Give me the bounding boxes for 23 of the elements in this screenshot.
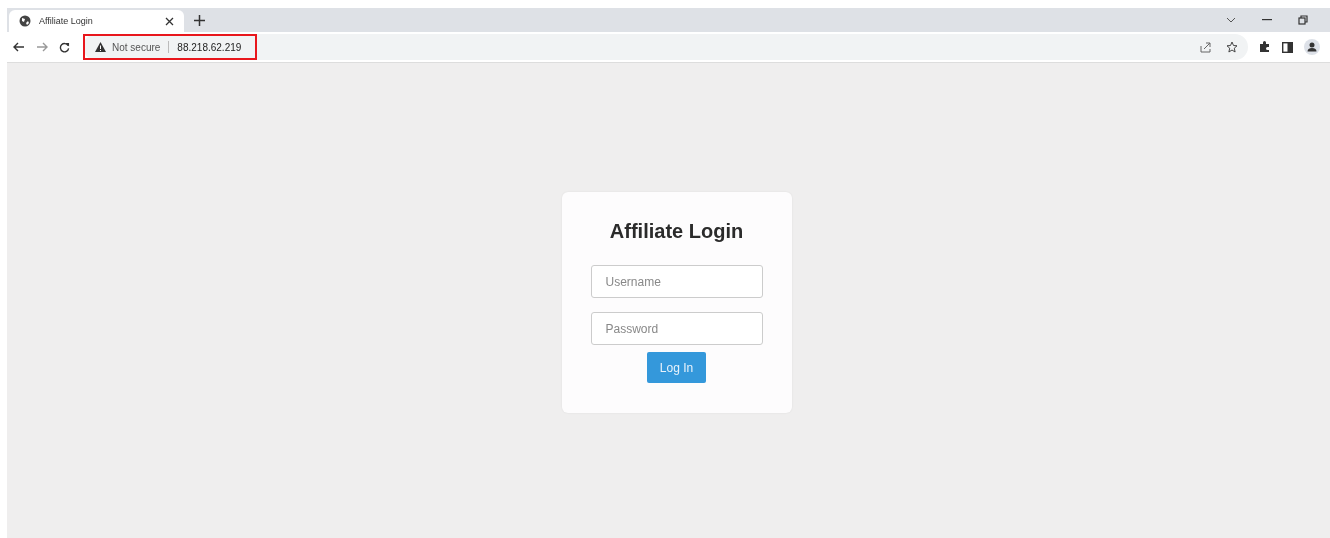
close-icon[interactable]	[165, 16, 174, 26]
globe-icon	[19, 15, 31, 27]
browser-tab[interactable]: Affiliate Login	[9, 10, 184, 32]
back-icon[interactable]	[13, 42, 25, 52]
reload-icon[interactable]	[59, 41, 70, 53]
tab-title: Affiliate Login	[39, 16, 94, 26]
share-icon[interactable]	[1200, 41, 1212, 53]
profile-icon[interactable]	[1304, 39, 1320, 55]
password-field[interactable]: Password	[590, 312, 763, 345]
username-field[interactable]: Username	[590, 265, 763, 298]
url-text: 88.218.62.219	[177, 41, 242, 53]
new-tab-icon[interactable]	[194, 14, 205, 26]
side-panel-icon[interactable]	[1282, 41, 1293, 53]
star-icon[interactable]	[1226, 41, 1238, 53]
warning-icon	[95, 42, 106, 52]
restore-icon[interactable]	[1298, 15, 1308, 25]
login-title: Affiliate Login	[609, 220, 744, 243]
minimize-icon[interactable]	[1262, 19, 1272, 21]
chevron-down-icon[interactable]	[1226, 17, 1236, 23]
forward-icon[interactable]	[36, 42, 48, 52]
address-bar[interactable]: Not secure 88.218.62.219	[83, 34, 258, 60]
puzzle-icon[interactable]	[1259, 41, 1271, 53]
security-label: Not secure	[112, 41, 161, 53]
